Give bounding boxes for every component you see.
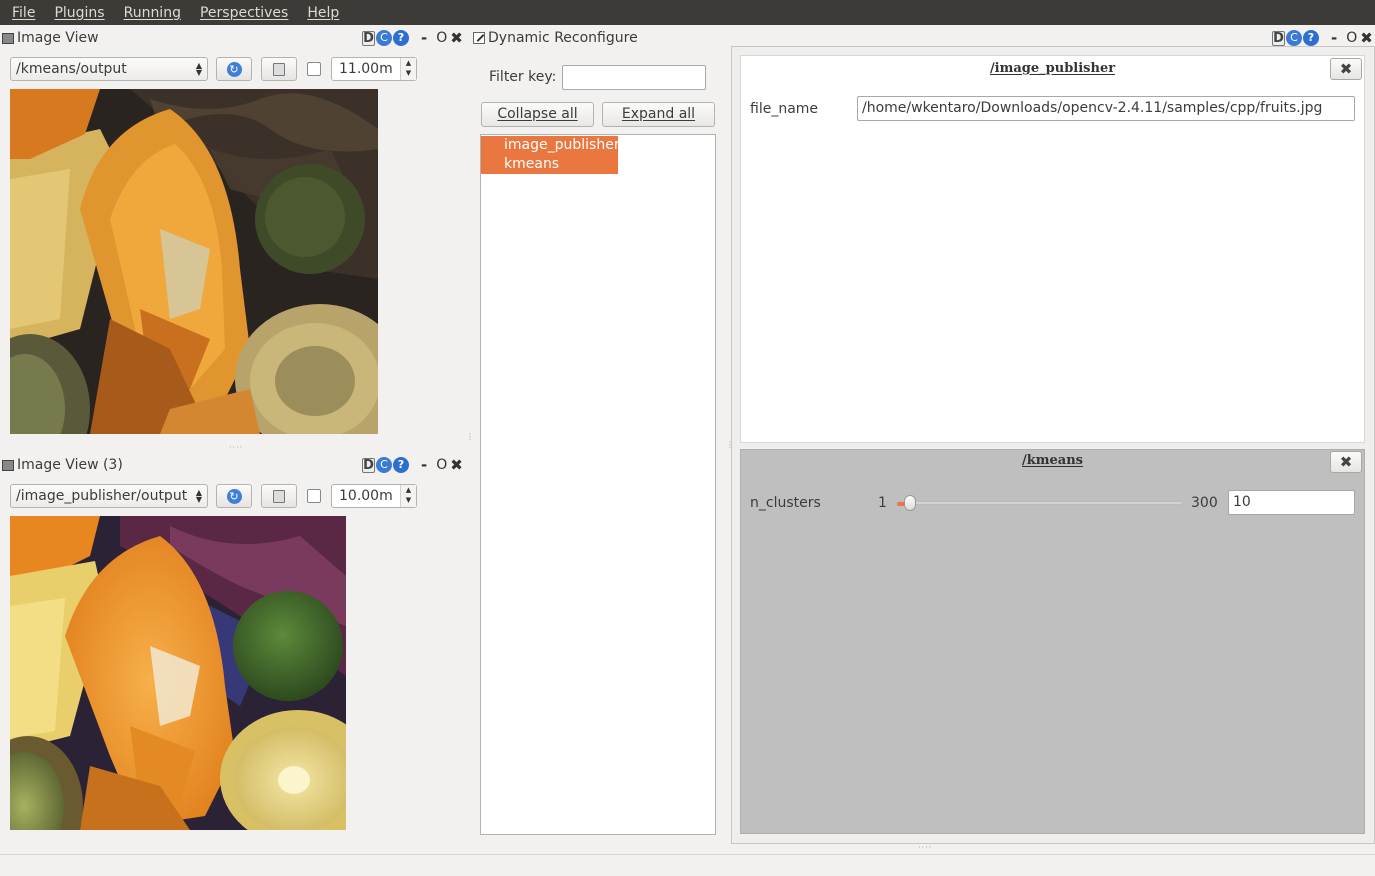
expand-all-button[interactable]: Expand all <box>602 102 715 127</box>
debug-icon[interactable]: D <box>1272 30 1285 46</box>
minimize-icon[interactable]: - <box>421 29 427 47</box>
image-view-2-titlebar[interactable]: Image View (3) <box>2 455 123 475</box>
image-view-2-zoom-checkbox[interactable] <box>307 489 321 503</box>
image-publisher-output-image <box>10 516 346 830</box>
n-clusters-input[interactable]: 10 <box>1228 490 1355 515</box>
refresh-icon: ↻ <box>226 61 242 77</box>
kmeans-output-image <box>10 89 378 434</box>
image-view-2-save-button[interactable] <box>261 484 297 508</box>
slider-max-label: 300 <box>1191 495 1218 511</box>
updown-arrows-icon: ▲ ▼ <box>195 61 202 77</box>
dynamic-reconfigure-title: Dynamic Reconfigure <box>488 30 638 46</box>
menu-plugins[interactable]: Plugins <box>54 5 104 21</box>
image-view-1-controls: D C ? - O ✖ <box>362 28 463 48</box>
collapse-all-label: Collapse all <box>497 106 578 122</box>
slider-min-label: 1 <box>878 495 887 511</box>
debug-icon[interactable]: D <box>362 457 375 473</box>
refresh-icon: ↻ <box>226 488 242 504</box>
reload-icon[interactable]: C <box>376 457 392 473</box>
image-view-1-topic-select[interactable]: /kmeans/output ▲ ▼ <box>10 57 208 81</box>
window-icon <box>2 459 14 471</box>
debug-icon[interactable]: D <box>362 30 375 46</box>
spin-arrows-icon[interactable]: ▲ ▼ <box>400 485 416 507</box>
n-clusters-label: n_clusters <box>750 495 821 511</box>
tree-item-image-publisher[interactable]: image_publisher <box>481 136 620 155</box>
menu-file[interactable]: File <box>12 5 35 21</box>
image-publisher-close-button[interactable]: ✖ <box>1330 58 1362 80</box>
close-icon[interactable]: ✖ <box>1360 29 1373 47</box>
bottom-splitter-handle[interactable]: ···· <box>918 843 932 852</box>
kmeans-close-button[interactable]: ✖ <box>1330 451 1362 473</box>
node-tree[interactable]: image_publisher kmeans <box>480 134 716 835</box>
reload-icon[interactable]: C <box>376 30 392 46</box>
resize-grip-handle[interactable]: ⋮ <box>466 432 475 441</box>
close-icon: ✖ <box>1339 453 1353 471</box>
tree-item-kmeans[interactable]: kmeans <box>481 155 618 174</box>
help-icon[interactable]: ? <box>393 30 409 46</box>
image-view-2-title: Image View (3) <box>17 457 123 473</box>
image-view-1-zoom-checkbox[interactable] <box>307 62 321 76</box>
image-view-1-save-button[interactable] <box>261 57 297 81</box>
float-icon[interactable]: O <box>1346 30 1357 46</box>
float-icon[interactable]: O <box>436 457 447 473</box>
zoom-value: 10.00m <box>339 488 393 504</box>
image-view-2-refresh-button[interactable]: ↻ <box>216 484 252 508</box>
menubar: File Plugins Running Perspectives Help <box>0 0 1375 25</box>
kmeans-group: /kmeans ✖ n_clusters 1 300 10 <box>740 449 1365 834</box>
topic-value: /image_publisher/output <box>16 488 188 504</box>
help-icon[interactable]: ? <box>393 457 409 473</box>
menu-help[interactable]: Help <box>307 5 339 21</box>
image-view-1-zoom-spinbox[interactable]: 11.00m ▲ ▼ <box>331 57 417 81</box>
file-name-label: file_name <box>750 101 819 117</box>
minimize-icon[interactable]: - <box>1331 29 1337 47</box>
collapse-all-button[interactable]: Collapse all <box>481 102 594 127</box>
topic-value: /kmeans/output <box>16 61 127 77</box>
image-view-2-controls: D C ? - O ✖ <box>362 455 463 475</box>
zoom-value: 11.00m <box>339 61 393 77</box>
n-clusters-slider-track[interactable] <box>896 501 1183 505</box>
horizontal-splitter-handle[interactable]: ···· <box>229 443 243 452</box>
save-icon <box>273 62 285 76</box>
file-name-input[interactable]: /home/wkentaro/Downloads/opencv-2.4.11/s… <box>857 96 1355 121</box>
status-bar <box>0 854 1375 876</box>
save-icon <box>273 489 285 503</box>
window-icon <box>2 32 14 44</box>
float-icon[interactable]: O <box>436 30 447 46</box>
dynamic-reconfigure-titlebar[interactable]: Dynamic Reconfigure <box>473 28 638 48</box>
close-icon[interactable]: ✖ <box>450 29 463 47</box>
n-clusters-slider-handle[interactable] <box>904 495 917 511</box>
minimize-icon[interactable]: - <box>421 456 427 474</box>
dynamic-reconfigure-controls: D C ? - O ✖ <box>1272 28 1373 48</box>
image-view-1-refresh-button[interactable]: ↻ <box>216 57 252 81</box>
kmeans-group-title: /kmeans <box>1022 453 1083 468</box>
image-publisher-group-title: /image_publisher <box>989 61 1116 76</box>
expand-all-label: Expand all <box>621 106 696 122</box>
image-view-1-titlebar[interactable]: Image View <box>2 28 99 48</box>
spin-arrows-icon[interactable]: ▲ ▼ <box>400 58 416 80</box>
image-view-2-zoom-spinbox[interactable]: 10.00m ▲ ▼ <box>331 484 417 508</box>
image-view-1-title: Image View <box>17 30 99 46</box>
image-view-2-topic-select[interactable]: /image_publisher/output ▲ ▼ <box>10 484 208 508</box>
filter-key-label: Filter key: <box>489 69 557 85</box>
updown-arrows-icon: ▲ ▼ <box>195 488 202 504</box>
filter-key-input[interactable] <box>562 65 706 90</box>
help-icon[interactable]: ? <box>1303 30 1319 46</box>
menu-running[interactable]: Running <box>124 5 181 21</box>
reload-icon[interactable]: C <box>1286 30 1302 46</box>
menu-perspectives[interactable]: Perspectives <box>200 5 288 21</box>
close-icon[interactable]: ✖ <box>450 456 463 474</box>
close-icon: ✖ <box>1339 60 1353 78</box>
image-publisher-group: /image_publisher ✖ file_name /home/wkent… <box>740 55 1365 443</box>
edit-icon <box>473 32 485 44</box>
